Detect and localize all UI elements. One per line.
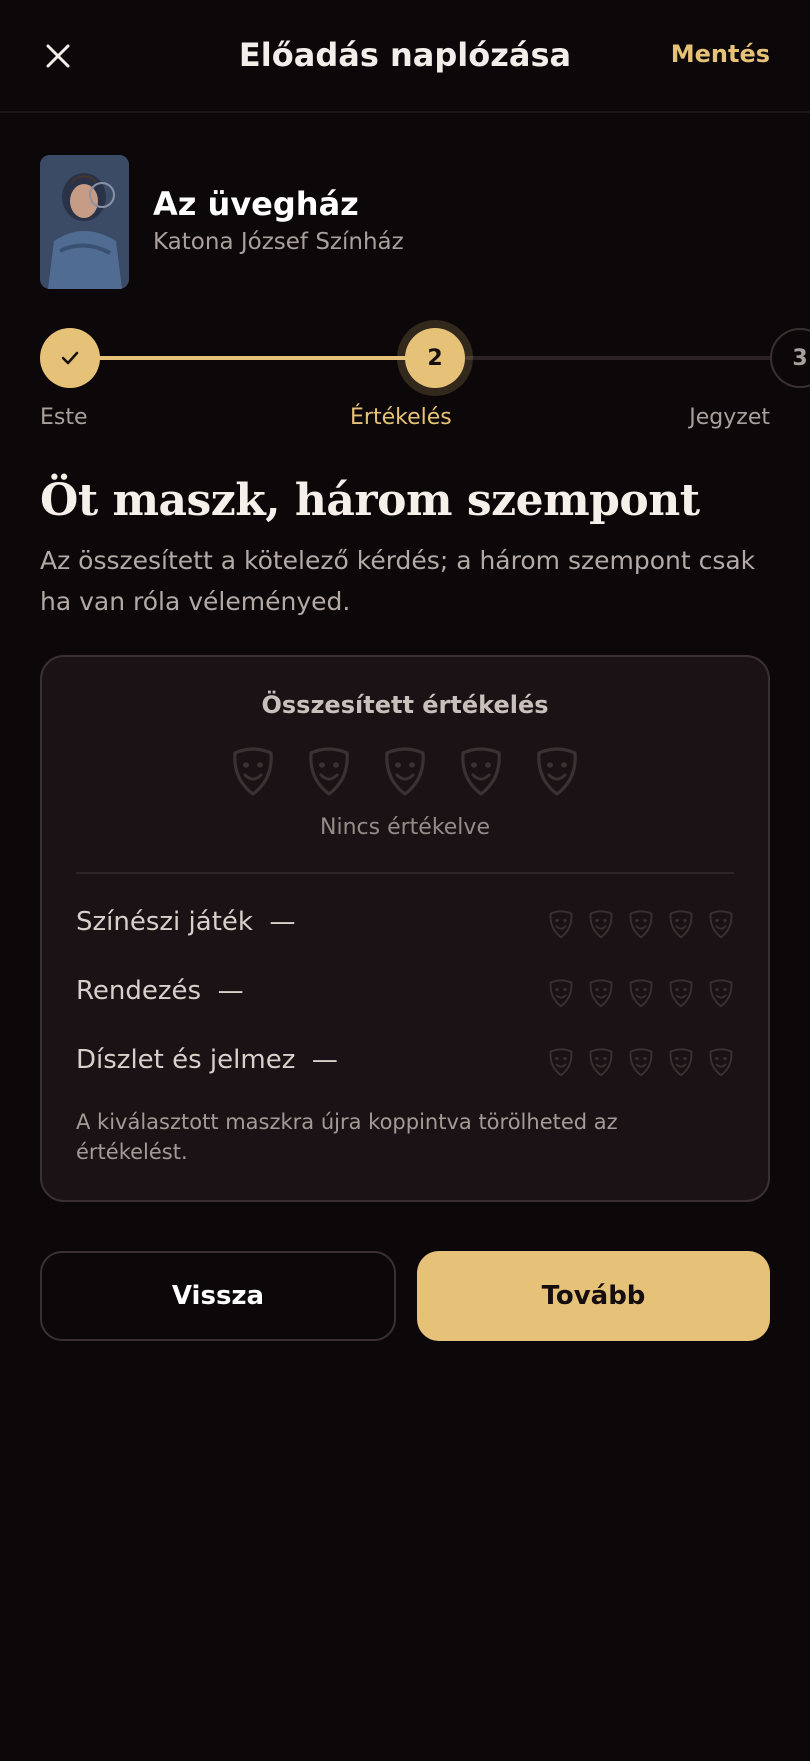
- mask-icon[interactable]: [708, 909, 734, 939]
- close-button[interactable]: [40, 38, 76, 74]
- top-bar: Előadás naplózása Mentés: [0, 0, 810, 113]
- mask-icon[interactable]: [668, 909, 694, 939]
- rating-hint: A kiválasztott maszkra újra koppintva tö…: [76, 1110, 618, 1164]
- mask-icon[interactable]: [588, 978, 614, 1008]
- step-2-label: Értékelés: [350, 405, 452, 430]
- mask-icon[interactable]: [628, 978, 654, 1008]
- checkmark-icon: [61, 351, 79, 365]
- mask-icon[interactable]: [231, 745, 275, 797]
- step-3-label: Jegyzet: [689, 405, 770, 430]
- overall-mask-rating: [42, 745, 768, 797]
- step-3-circle[interactable]: 3: [770, 328, 810, 388]
- step-1-circle[interactable]: [40, 328, 100, 388]
- show-header: Az üvegház Katona József Színház: [40, 155, 770, 289]
- aspect-row-set-costume: Díszlet és jelmez —: [76, 1043, 734, 1083]
- overall-rating-status: Nincs értékelve: [320, 815, 490, 840]
- mask-icon[interactable]: [668, 978, 694, 1008]
- stepper-line-pending: [465, 356, 775, 360]
- mask-icon[interactable]: [668, 1047, 694, 1077]
- mask-icon[interactable]: [307, 745, 351, 797]
- aspect-row-acting: Színészi játék —: [76, 905, 734, 945]
- close-icon: [46, 44, 70, 68]
- step-3-number: 3: [792, 345, 808, 371]
- mask-icon[interactable]: [548, 1047, 574, 1077]
- rating-card: Összesített értékelés Nincs értékelve Sz…: [40, 655, 770, 1202]
- aspect-mask-rating: [548, 1047, 734, 1077]
- poster-image: [40, 155, 129, 289]
- mask-icon[interactable]: [459, 745, 503, 797]
- mask-icon[interactable]: [588, 1047, 614, 1077]
- save-button[interactable]: Mentés: [671, 40, 770, 68]
- mask-icon[interactable]: [708, 1047, 734, 1077]
- mask-icon[interactable]: [535, 745, 579, 797]
- mask-icon[interactable]: [628, 1047, 654, 1077]
- show-venue: Katona József Színház: [153, 229, 404, 255]
- aspect-label: Színészi játék —: [76, 907, 296, 937]
- mask-icon[interactable]: [548, 909, 574, 939]
- section-description: Az összesített a kötelező kérdés; a háro…: [40, 546, 756, 616]
- mask-icon[interactable]: [628, 909, 654, 939]
- card-divider: [76, 872, 734, 874]
- progress-stepper: 2 3 Este Értékelés Jegyzet: [0, 320, 810, 440]
- section-heading: Öt maszk, három szempont: [40, 475, 700, 526]
- show-title: Az üvegház: [153, 185, 359, 223]
- aspect-label: Rendezés —: [76, 976, 244, 1006]
- mask-icon[interactable]: [383, 745, 427, 797]
- mask-icon[interactable]: [588, 909, 614, 939]
- aspect-mask-rating: [548, 978, 734, 1008]
- step-1-label: Este: [40, 405, 88, 430]
- step-2-number: 2: [427, 345, 443, 371]
- back-button[interactable]: Vissza: [40, 1251, 396, 1341]
- next-button[interactable]: Tovább: [417, 1251, 770, 1341]
- step-2-circle[interactable]: 2: [405, 328, 465, 388]
- mask-icon[interactable]: [708, 978, 734, 1008]
- aspect-label: Díszlet és jelmez —: [76, 1045, 338, 1075]
- aspect-mask-rating: [548, 909, 734, 939]
- stepper-line-completed: [70, 356, 435, 360]
- show-poster: [40, 155, 129, 289]
- aspect-row-directing: Rendezés —: [76, 974, 734, 1014]
- mask-icon[interactable]: [548, 978, 574, 1008]
- overall-rating-title: Összesített értékelés: [261, 691, 549, 719]
